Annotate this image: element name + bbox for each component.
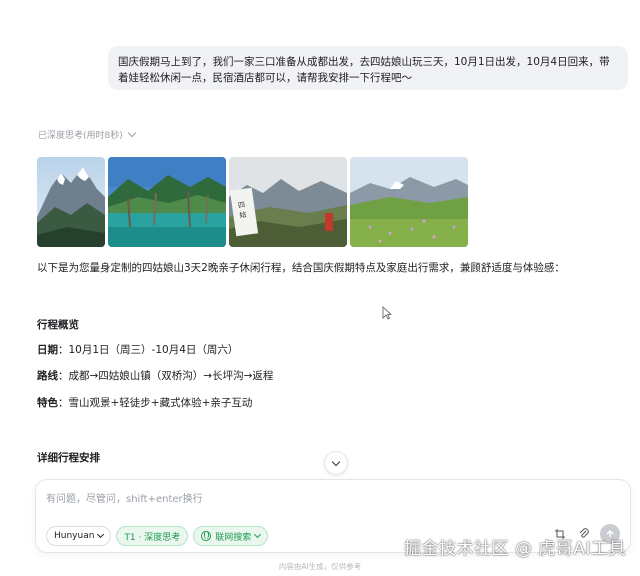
- feature-label: 特色: [37, 397, 58, 409]
- thinking-status-toggle[interactable]: 已深度思考(用时8秒): [38, 128, 136, 141]
- globe-icon: [201, 531, 212, 541]
- date-value: ：10月1日（周三）-10月4日（周六）: [58, 344, 239, 356]
- watermark: 掘金技术社区 @ 虎哥AI工具: [404, 539, 626, 559]
- snow-mountain-photo[interactable]: [37, 157, 105, 247]
- deep-think-toggle[interactable]: T1 · 深度思考: [116, 526, 189, 546]
- feature-value: ：雪山观景+轻徒步+藏式体验+亲子互动: [58, 397, 253, 409]
- mouse-cursor-icon: [382, 305, 393, 324]
- chevron-down-icon: [331, 457, 341, 466]
- web-search-label: 联网搜索: [215, 532, 252, 543]
- details-title: 详细行程安排: [37, 452, 100, 464]
- input-options: Hunyuan T1 · 深度思考 联网搜索: [46, 526, 269, 546]
- deep-think-label: T1 · 深度思考: [124, 532, 181, 543]
- lake-photo[interactable]: [108, 157, 226, 247]
- overview-title: 行程概览: [37, 319, 79, 331]
- svg-text:姑: 姑: [239, 210, 247, 220]
- model-select-chip[interactable]: Hunyuan: [46, 526, 112, 546]
- date-label: 日期: [37, 344, 58, 356]
- image-strip: 四 姑: [37, 157, 468, 247]
- chevron-down-icon: [97, 530, 105, 539]
- user-message-bubble: 国庆假期马上到了，我们一家三口准备从成都出发，去四姑娘山玩三天，10月1日出发，…: [108, 46, 628, 90]
- chat-page: 国庆假期马上到了，我们一家三口准备从成都出发，去四姑娘山玩三天，10月1日出发，…: [0, 0, 640, 576]
- meadow-photo[interactable]: [350, 157, 468, 247]
- thinking-status-label: 已深度思考(用时8秒): [38, 131, 123, 141]
- feature-line: 特色：雪山观景+轻徒步+藏式体验+亲子互动: [37, 395, 252, 410]
- model-chip-label: Hunyuan: [54, 531, 95, 541]
- scroll-down-button[interactable]: [324, 451, 348, 475]
- route-label: 路线: [37, 370, 58, 382]
- svg-text:四: 四: [238, 201, 246, 210]
- ai-disclaimer: 内容由AI生成，仅供参考: [278, 562, 362, 571]
- route-line: 路线：成都→四姑娘山镇（双桥沟）→长坪沟→返程: [37, 368, 273, 383]
- chevron-down-icon: [127, 128, 136, 138]
- route-value: ：成都→四姑娘山镇（双桥沟）→长坪沟→返程: [58, 370, 274, 382]
- chevron-down-icon: [254, 530, 262, 539]
- chat-input-placeholder: 有问题，尽管问，shift+enter换行: [46, 494, 203, 505]
- date-line: 日期：10月1日（周三）-10月4日（周六）: [37, 342, 238, 357]
- web-search-toggle[interactable]: 联网搜索: [193, 526, 269, 546]
- answer-intro: 以下是为您量身定制的四姑娘山3天2晚亲子休闲行程，结合国庆假期特点及家庭出行需求…: [37, 262, 565, 274]
- mountain-sign-photo[interactable]: 四 姑: [229, 157, 347, 247]
